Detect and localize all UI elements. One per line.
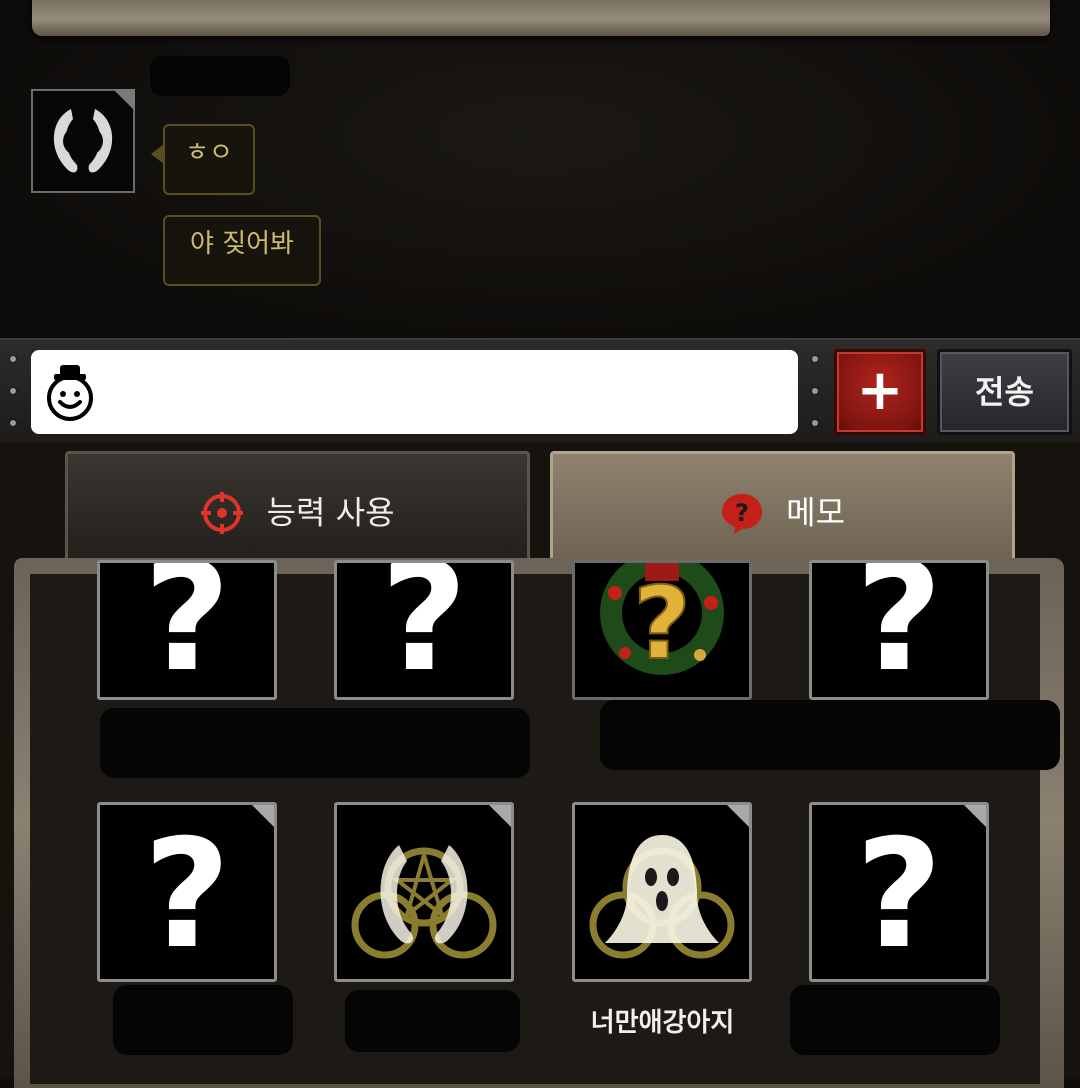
message-input[interactable] bbox=[31, 350, 798, 434]
memo-card[interactable]: ? bbox=[97, 560, 277, 700]
question-mark-icon: ? bbox=[380, 560, 468, 700]
emoticon-icon[interactable] bbox=[40, 362, 100, 422]
chat-bubble: ㅎㅇ bbox=[151, 124, 255, 195]
question-mark-icon: ? bbox=[855, 560, 943, 700]
rivet bbox=[10, 388, 16, 394]
card-name-redacted bbox=[600, 700, 1060, 770]
question-mark-icon: ? bbox=[143, 808, 231, 982]
question-bubble-icon: ? bbox=[721, 494, 762, 534]
ghost-sigil-icon bbox=[589, 835, 735, 959]
sender-name-redacted bbox=[150, 56, 290, 96]
chat-message-text: 야 짖어봐 bbox=[190, 229, 294, 259]
memo-card[interactable]: ? bbox=[97, 802, 277, 982]
card-name-redacted bbox=[345, 990, 520, 1052]
rivet bbox=[812, 356, 818, 362]
memo-card[interactable]: ? bbox=[809, 560, 989, 700]
rivet bbox=[812, 420, 818, 426]
chat-area: ㅎㅇ 야 짖어봐 bbox=[0, 0, 1080, 338]
memo-card[interactable]: ? bbox=[809, 802, 989, 982]
card-name-redacted bbox=[113, 985, 293, 1055]
chat-input-bar: + 전송 bbox=[0, 338, 1080, 444]
memo-card[interactable] bbox=[334, 802, 514, 982]
target-icon bbox=[201, 492, 244, 534]
tab-memo[interactable]: ? 메모 bbox=[550, 451, 1015, 566]
sender-avatar[interactable] bbox=[31, 89, 135, 193]
card-corner-fold bbox=[961, 805, 986, 830]
memo-card[interactable] bbox=[572, 802, 752, 982]
christmas-wreath-icon: ? bbox=[600, 563, 724, 683]
svg-text:?: ? bbox=[735, 499, 749, 527]
chat-bubble: 야 짖어봐 bbox=[163, 215, 321, 286]
chat-message-text: ㅎㅇ bbox=[185, 138, 233, 168]
card-corner-fold bbox=[486, 805, 511, 830]
add-button[interactable]: + bbox=[834, 349, 926, 435]
svg-text:?: ? bbox=[633, 565, 691, 682]
card-corner-fold bbox=[249, 805, 274, 830]
memo-card[interactable]: ? bbox=[334, 560, 514, 700]
bubble-tail bbox=[151, 144, 164, 164]
send-button[interactable]: 전송 bbox=[937, 349, 1072, 435]
rivet bbox=[812, 388, 818, 394]
question-mark-icon: ? bbox=[855, 808, 943, 982]
question-mark-icon: ? bbox=[143, 560, 231, 700]
card-name: 너만애강아지 bbox=[590, 1008, 735, 1038]
tab-ability-use[interactable]: 능력 사용 bbox=[65, 451, 530, 566]
memo-card[interactable]: ? bbox=[572, 560, 752, 700]
tab-label: 능력 사용 bbox=[266, 493, 395, 532]
avatar-corner-fold bbox=[113, 89, 135, 111]
card-name-redacted bbox=[100, 708, 530, 778]
rivet bbox=[10, 420, 16, 426]
card-name-redacted bbox=[790, 985, 1000, 1055]
card-corner-fold bbox=[724, 805, 749, 830]
horns-sigil-icon bbox=[351, 845, 497, 959]
previous-message-paper bbox=[32, 0, 1050, 36]
rivet bbox=[10, 356, 16, 362]
tab-label: 메모 bbox=[786, 493, 846, 532]
